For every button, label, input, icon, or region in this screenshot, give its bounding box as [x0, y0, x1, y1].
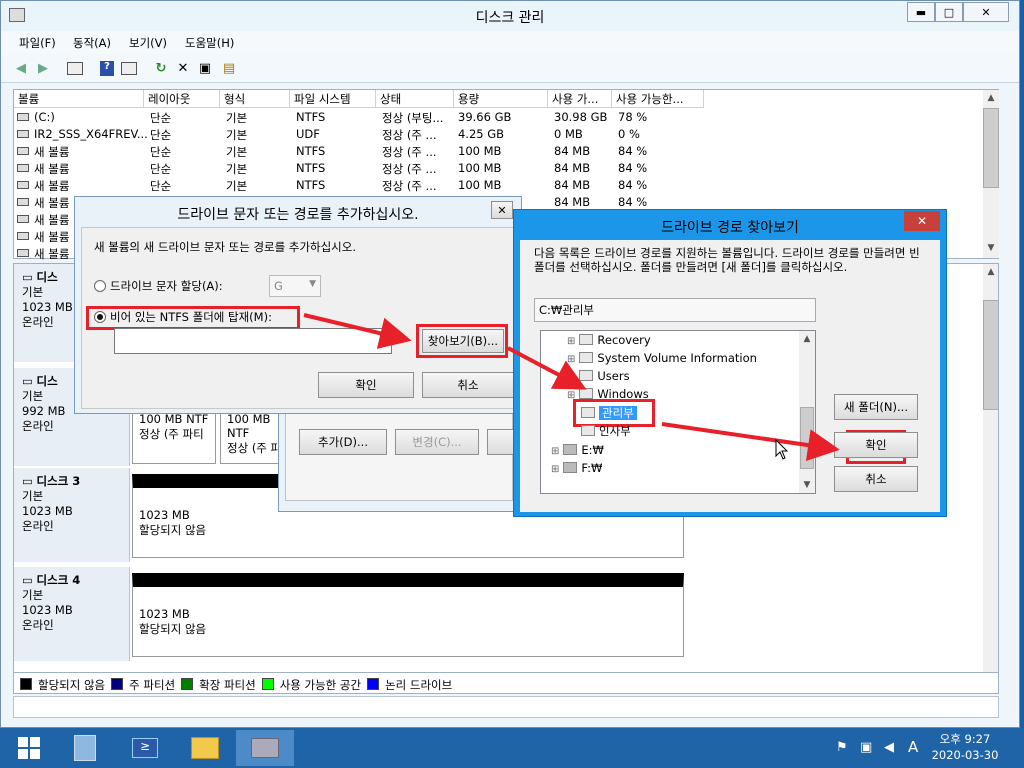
powershell-icon[interactable]: ≥	[116, 730, 174, 766]
disk-management-taskbar-icon[interactable]	[236, 730, 294, 766]
flag-icon[interactable]: ⚑	[836, 740, 848, 755]
annotation-arrows	[303, 313, 840, 461]
windows-logo-icon	[18, 737, 40, 759]
taskbar: ≥ ⚑ ▣ ◀ A 오후 9:27 2020-03-30	[0, 728, 1024, 768]
server-manager-icon[interactable]	[56, 730, 114, 766]
clock-date: 2020-03-30	[931, 748, 999, 762]
network-icon[interactable]: ▣	[860, 740, 872, 755]
file-explorer-icon[interactable]	[176, 730, 234, 766]
arrow-to-browse	[303, 313, 412, 349]
arrow-to-ok	[661, 422, 840, 461]
clock-time: 오후 9:27	[939, 732, 991, 746]
ime-indicator[interactable]: A	[908, 738, 918, 756]
volume-muted-icon[interactable]: ◀	[884, 740, 894, 755]
clock[interactable]: 오후 9:27 2020-03-30	[930, 731, 1000, 763]
arrow-to-folder	[507, 346, 587, 390]
start-button[interactable]	[0, 730, 58, 766]
